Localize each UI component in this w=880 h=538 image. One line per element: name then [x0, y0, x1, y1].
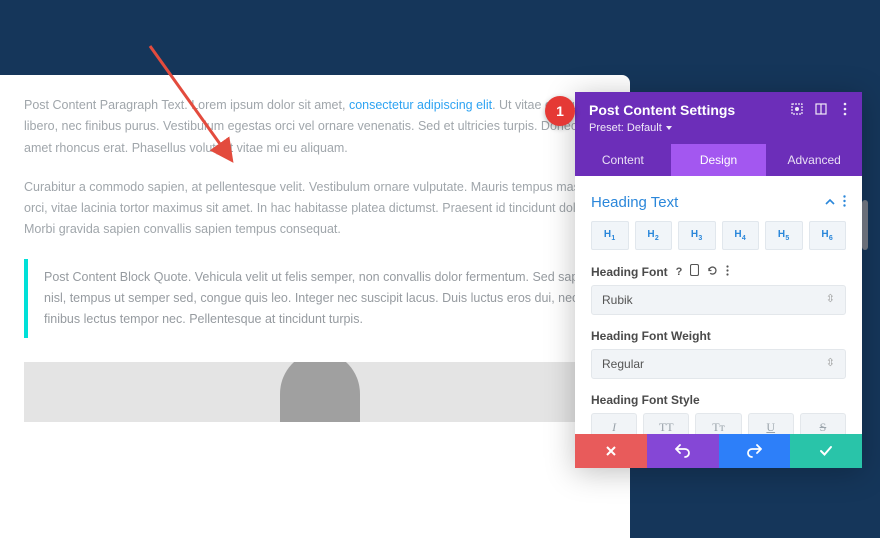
preset-dropdown[interactable]: Preset: Default	[589, 122, 672, 134]
undo-button[interactable]	[647, 434, 719, 468]
h1-tab[interactable]: H1	[591, 221, 629, 250]
panel-header[interactable]: Post Content Settings Preset: Default	[575, 92, 862, 144]
h2-tab[interactable]: H2	[635, 221, 673, 250]
h3-tab[interactable]: H3	[678, 221, 716, 250]
heading-font-label: Heading Font ?	[591, 264, 846, 279]
paragraph-link[interactable]: consectetur adipiscing elit	[349, 98, 492, 112]
smallcaps-button[interactable]: Tᴛ	[695, 413, 741, 434]
page-content: Post Content Paragraph Text. Lorem ipsum…	[0, 75, 630, 538]
save-button[interactable]	[790, 434, 862, 468]
uppercase-button[interactable]: TT	[643, 413, 689, 434]
reset-icon[interactable]	[707, 265, 718, 279]
close-button[interactable]	[575, 434, 647, 468]
underline-button[interactable]: U	[748, 413, 794, 434]
redo-button[interactable]	[719, 434, 791, 468]
heading-level-tabs: H1 H2 H3 H4 H5 H6	[591, 221, 846, 250]
heading-weight-label: Heading Font Weight	[591, 329, 846, 343]
scrollbar-handle[interactable]	[862, 200, 868, 250]
heading-font-select[interactable]: Rubik	[591, 285, 846, 315]
panel-tabs: Content Design Advanced	[575, 144, 862, 176]
annotation-badge-1: 1	[545, 96, 575, 126]
strikethrough-button[interactable]: S	[800, 413, 846, 434]
tab-design[interactable]: Design	[671, 144, 767, 176]
snap-icon[interactable]	[814, 102, 828, 116]
help-icon[interactable]: ?	[676, 266, 683, 278]
heading-style-label: Heading Font Style	[591, 393, 846, 407]
paragraph-1: Post Content Paragraph Text. Lorem ipsum…	[24, 95, 606, 159]
para1-pre: Post Content Paragraph Text. Lorem ipsum…	[24, 98, 349, 112]
blockquote-text: Post Content Block Quote. Vehicula velit…	[44, 267, 606, 331]
expand-icon[interactable]	[790, 102, 804, 116]
panel-body: Heading Text H1 H2 H3 H4 H5 H6 Heading F…	[575, 176, 862, 434]
tab-advanced[interactable]: Advanced	[766, 144, 862, 176]
more-icon[interactable]	[838, 102, 852, 116]
paragraph-2: Curabitur a commodo sapien, at pellentes…	[24, 177, 606, 241]
tab-content[interactable]: Content	[575, 144, 671, 176]
font-style-buttons: I TT Tᴛ U S	[591, 413, 846, 434]
section-title-label: Heading Text	[591, 194, 678, 211]
h6-tab[interactable]: H6	[809, 221, 847, 250]
section-more-icon[interactable]	[843, 195, 846, 210]
section-heading-text[interactable]: Heading Text	[591, 188, 846, 221]
field-more-icon[interactable]	[726, 265, 729, 279]
image-placeholder	[24, 362, 606, 422]
h5-tab[interactable]: H5	[765, 221, 803, 250]
collapse-icon[interactable]	[825, 196, 835, 210]
panel-footer	[575, 434, 862, 468]
device-icon[interactable]	[690, 264, 699, 279]
h4-tab[interactable]: H4	[722, 221, 760, 250]
italic-button[interactable]: I	[591, 413, 637, 434]
blockquote: Post Content Block Quote. Vehicula velit…	[24, 259, 606, 339]
heading-weight-select[interactable]: Regular	[591, 349, 846, 379]
settings-panel: Post Content Settings Preset: Default Co…	[575, 92, 862, 468]
